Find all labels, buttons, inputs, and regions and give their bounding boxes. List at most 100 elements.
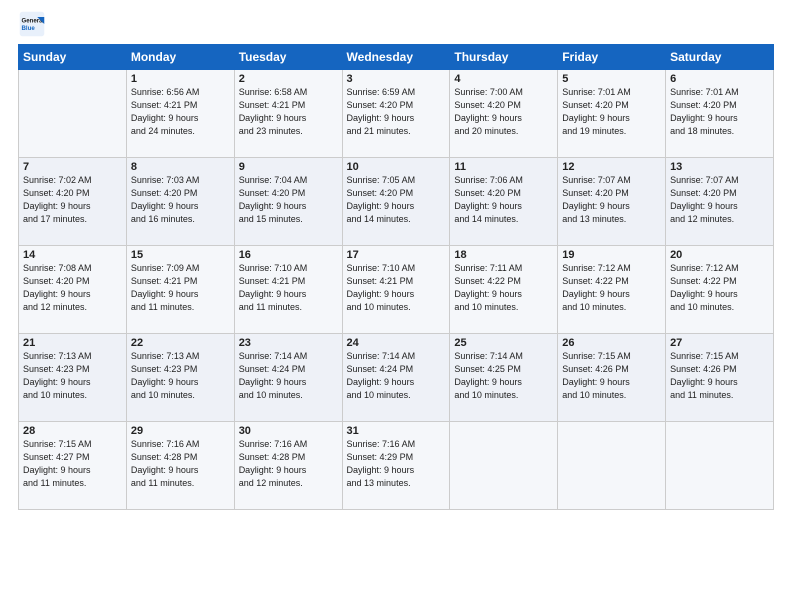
day-info: Sunrise: 7:12 AM Sunset: 4:22 PM Dayligh… <box>562 262 661 314</box>
calendar-week-row: 28Sunrise: 7:15 AM Sunset: 4:27 PM Dayli… <box>19 422 774 510</box>
day-of-week-header: Wednesday <box>342 45 450 70</box>
day-info: Sunrise: 7:03 AM Sunset: 4:20 PM Dayligh… <box>131 174 230 226</box>
logo-icon: General Blue <box>18 10 46 38</box>
calendar-cell: 30Sunrise: 7:16 AM Sunset: 4:28 PM Dayli… <box>234 422 342 510</box>
day-info: Sunrise: 7:15 AM Sunset: 4:26 PM Dayligh… <box>670 350 769 402</box>
day-number: 31 <box>347 425 446 437</box>
day-number: 20 <box>670 249 769 261</box>
calendar-cell: 9Sunrise: 7:04 AM Sunset: 4:20 PM Daylig… <box>234 158 342 246</box>
calendar-week-row: 21Sunrise: 7:13 AM Sunset: 4:23 PM Dayli… <box>19 334 774 422</box>
calendar-cell: 18Sunrise: 7:11 AM Sunset: 4:22 PM Dayli… <box>450 246 558 334</box>
day-number: 1 <box>131 73 230 85</box>
day-number: 24 <box>347 337 446 349</box>
day-number: 22 <box>131 337 230 349</box>
calendar-cell: 21Sunrise: 7:13 AM Sunset: 4:23 PM Dayli… <box>19 334 127 422</box>
day-info: Sunrise: 7:14 AM Sunset: 4:25 PM Dayligh… <box>454 350 553 402</box>
day-number: 15 <box>131 249 230 261</box>
calendar-cell: 28Sunrise: 7:15 AM Sunset: 4:27 PM Dayli… <box>19 422 127 510</box>
calendar-cell: 20Sunrise: 7:12 AM Sunset: 4:22 PM Dayli… <box>666 246 774 334</box>
day-number: 14 <box>23 249 122 261</box>
day-info: Sunrise: 7:02 AM Sunset: 4:20 PM Dayligh… <box>23 174 122 226</box>
day-info: Sunrise: 7:15 AM Sunset: 4:26 PM Dayligh… <box>562 350 661 402</box>
calendar-cell: 22Sunrise: 7:13 AM Sunset: 4:23 PM Dayli… <box>126 334 234 422</box>
calendar-cell: 13Sunrise: 7:07 AM Sunset: 4:20 PM Dayli… <box>666 158 774 246</box>
calendar-cell: 17Sunrise: 7:10 AM Sunset: 4:21 PM Dayli… <box>342 246 450 334</box>
day-number: 5 <box>562 73 661 85</box>
calendar-cell <box>558 422 666 510</box>
day-number: 17 <box>347 249 446 261</box>
day-info: Sunrise: 7:14 AM Sunset: 4:24 PM Dayligh… <box>347 350 446 402</box>
day-of-week-header: Thursday <box>450 45 558 70</box>
day-info: Sunrise: 7:01 AM Sunset: 4:20 PM Dayligh… <box>670 86 769 138</box>
calendar-table: SundayMondayTuesdayWednesdayThursdayFrid… <box>18 44 774 510</box>
day-number: 29 <box>131 425 230 437</box>
day-of-week-header: Tuesday <box>234 45 342 70</box>
day-number: 27 <box>670 337 769 349</box>
day-of-week-header: Monday <box>126 45 234 70</box>
calendar-cell: 8Sunrise: 7:03 AM Sunset: 4:20 PM Daylig… <box>126 158 234 246</box>
day-number: 19 <box>562 249 661 261</box>
day-number: 8 <box>131 161 230 173</box>
day-number: 12 <box>562 161 661 173</box>
calendar-cell: 24Sunrise: 7:14 AM Sunset: 4:24 PM Dayli… <box>342 334 450 422</box>
day-of-week-header: Sunday <box>19 45 127 70</box>
calendar-cell: 7Sunrise: 7:02 AM Sunset: 4:20 PM Daylig… <box>19 158 127 246</box>
day-info: Sunrise: 7:13 AM Sunset: 4:23 PM Dayligh… <box>131 350 230 402</box>
header: General Blue <box>18 10 774 38</box>
day-info: Sunrise: 7:11 AM Sunset: 4:22 PM Dayligh… <box>454 262 553 314</box>
day-number: 2 <box>239 73 338 85</box>
day-info: Sunrise: 7:07 AM Sunset: 4:20 PM Dayligh… <box>562 174 661 226</box>
day-number: 9 <box>239 161 338 173</box>
day-info: Sunrise: 7:05 AM Sunset: 4:20 PM Dayligh… <box>347 174 446 226</box>
calendar-cell: 29Sunrise: 7:16 AM Sunset: 4:28 PM Dayli… <box>126 422 234 510</box>
day-info: Sunrise: 6:58 AM Sunset: 4:21 PM Dayligh… <box>239 86 338 138</box>
calendar-cell: 1Sunrise: 6:56 AM Sunset: 4:21 PM Daylig… <box>126 70 234 158</box>
day-number: 11 <box>454 161 553 173</box>
day-number: 13 <box>670 161 769 173</box>
day-number: 7 <box>23 161 122 173</box>
day-number: 6 <box>670 73 769 85</box>
day-info: Sunrise: 7:12 AM Sunset: 4:22 PM Dayligh… <box>670 262 769 314</box>
day-info: Sunrise: 7:13 AM Sunset: 4:23 PM Dayligh… <box>23 350 122 402</box>
day-number: 10 <box>347 161 446 173</box>
day-of-week-header: Saturday <box>666 45 774 70</box>
calendar-cell: 31Sunrise: 7:16 AM Sunset: 4:29 PM Dayli… <box>342 422 450 510</box>
calendar-cell <box>19 70 127 158</box>
calendar-cell <box>450 422 558 510</box>
calendar-week-row: 14Sunrise: 7:08 AM Sunset: 4:20 PM Dayli… <box>19 246 774 334</box>
calendar-cell: 2Sunrise: 6:58 AM Sunset: 4:21 PM Daylig… <box>234 70 342 158</box>
day-info: Sunrise: 7:16 AM Sunset: 4:29 PM Dayligh… <box>347 438 446 490</box>
calendar-cell: 5Sunrise: 7:01 AM Sunset: 4:20 PM Daylig… <box>558 70 666 158</box>
svg-text:Blue: Blue <box>22 25 36 32</box>
day-of-week-header: Friday <box>558 45 666 70</box>
day-info: Sunrise: 7:14 AM Sunset: 4:24 PM Dayligh… <box>239 350 338 402</box>
calendar-cell: 19Sunrise: 7:12 AM Sunset: 4:22 PM Dayli… <box>558 246 666 334</box>
calendar-cell: 12Sunrise: 7:07 AM Sunset: 4:20 PM Dayli… <box>558 158 666 246</box>
day-number: 28 <box>23 425 122 437</box>
calendar-cell <box>666 422 774 510</box>
day-info: Sunrise: 7:04 AM Sunset: 4:20 PM Dayligh… <box>239 174 338 226</box>
calendar-header: SundayMondayTuesdayWednesdayThursdayFrid… <box>19 45 774 70</box>
day-header-row: SundayMondayTuesdayWednesdayThursdayFrid… <box>19 45 774 70</box>
calendar-cell: 23Sunrise: 7:14 AM Sunset: 4:24 PM Dayli… <box>234 334 342 422</box>
page: General Blue SundayMondayTuesdayWednesda… <box>0 0 792 612</box>
day-info: Sunrise: 7:09 AM Sunset: 4:21 PM Dayligh… <box>131 262 230 314</box>
day-info: Sunrise: 7:06 AM Sunset: 4:20 PM Dayligh… <box>454 174 553 226</box>
day-info: Sunrise: 6:56 AM Sunset: 4:21 PM Dayligh… <box>131 86 230 138</box>
calendar-cell: 27Sunrise: 7:15 AM Sunset: 4:26 PM Dayli… <box>666 334 774 422</box>
day-number: 18 <box>454 249 553 261</box>
day-number: 3 <box>347 73 446 85</box>
day-info: Sunrise: 7:01 AM Sunset: 4:20 PM Dayligh… <box>562 86 661 138</box>
calendar-cell: 16Sunrise: 7:10 AM Sunset: 4:21 PM Dayli… <box>234 246 342 334</box>
day-number: 25 <box>454 337 553 349</box>
calendar-cell: 15Sunrise: 7:09 AM Sunset: 4:21 PM Dayli… <box>126 246 234 334</box>
calendar-cell: 14Sunrise: 7:08 AM Sunset: 4:20 PM Dayli… <box>19 246 127 334</box>
calendar-body: 1Sunrise: 6:56 AM Sunset: 4:21 PM Daylig… <box>19 70 774 510</box>
day-info: Sunrise: 7:07 AM Sunset: 4:20 PM Dayligh… <box>670 174 769 226</box>
calendar-week-row: 1Sunrise: 6:56 AM Sunset: 4:21 PM Daylig… <box>19 70 774 158</box>
day-info: Sunrise: 7:10 AM Sunset: 4:21 PM Dayligh… <box>239 262 338 314</box>
calendar-cell: 3Sunrise: 6:59 AM Sunset: 4:20 PM Daylig… <box>342 70 450 158</box>
day-info: Sunrise: 7:00 AM Sunset: 4:20 PM Dayligh… <box>454 86 553 138</box>
calendar-cell: 25Sunrise: 7:14 AM Sunset: 4:25 PM Dayli… <box>450 334 558 422</box>
day-number: 16 <box>239 249 338 261</box>
